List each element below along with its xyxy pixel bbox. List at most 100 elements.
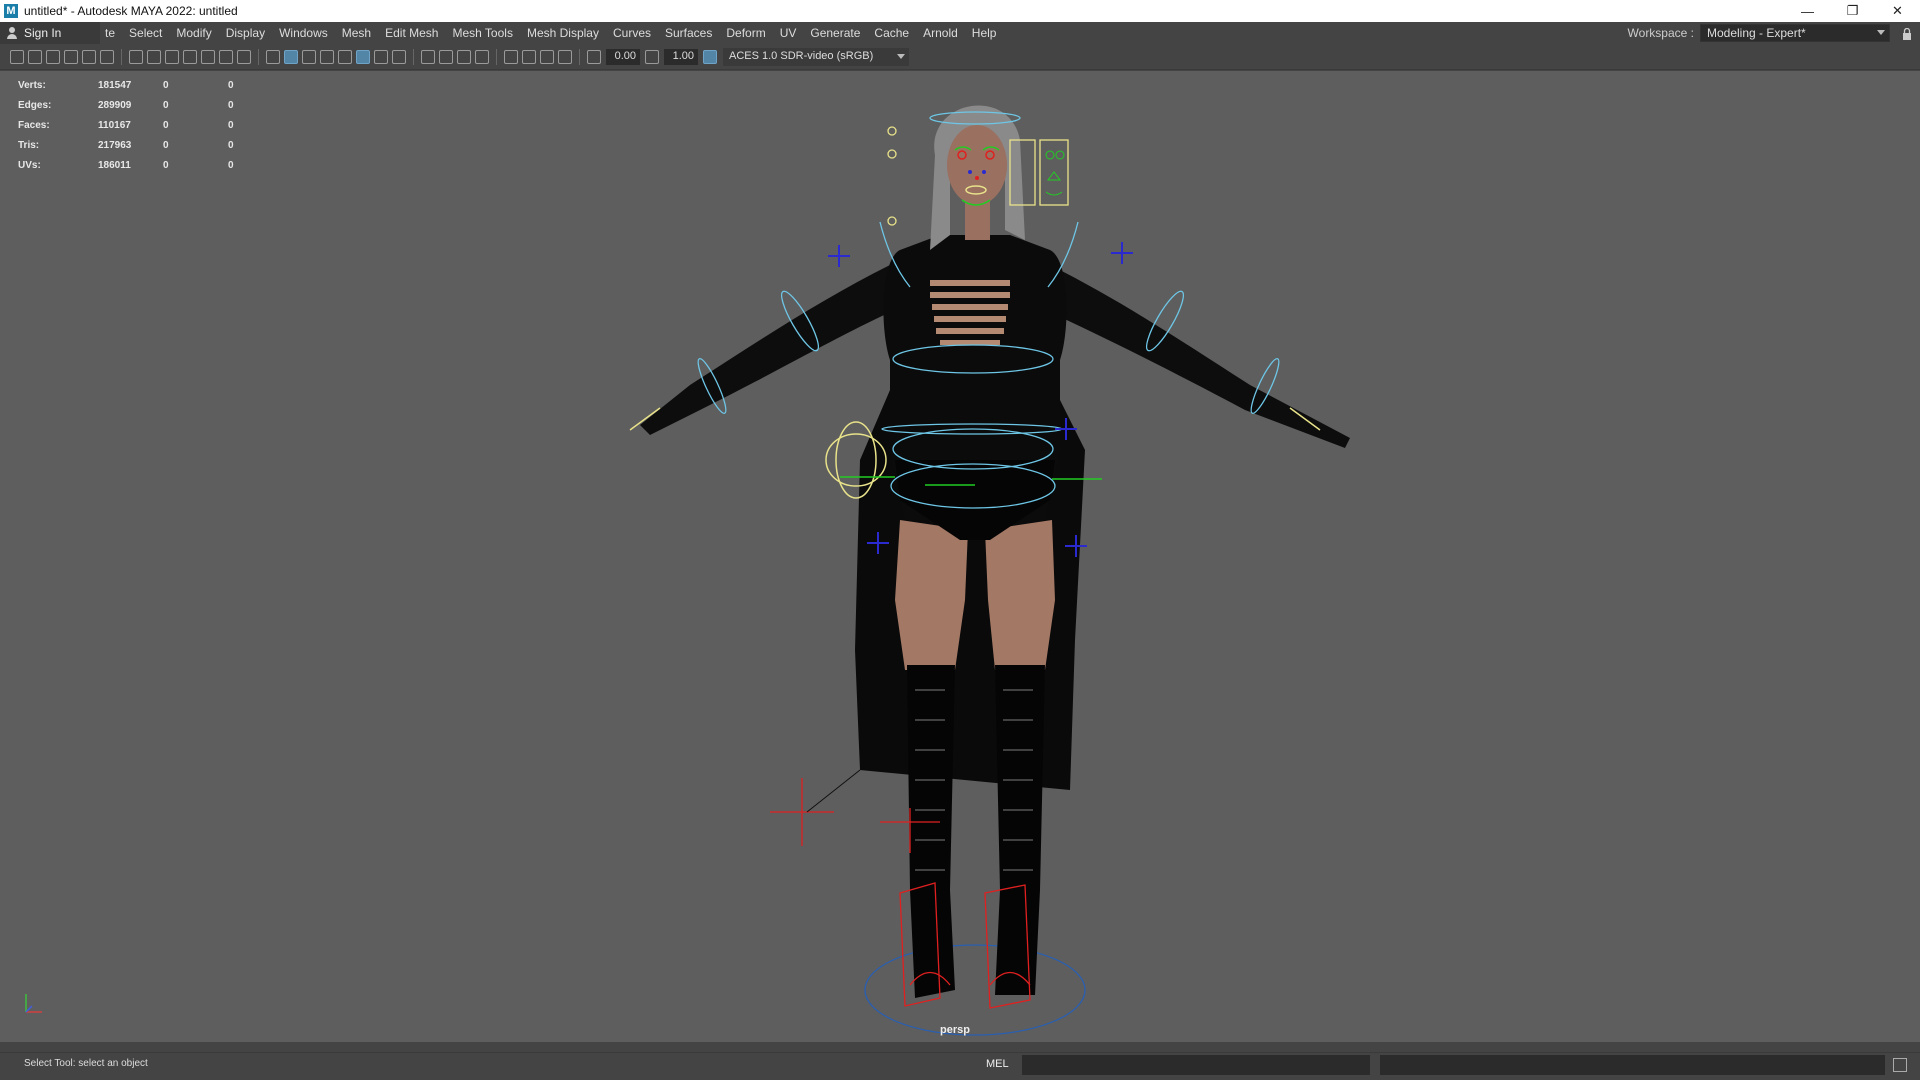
script-editor-icon[interactable]	[1893, 1058, 1907, 1072]
hud-label: Faces:	[18, 119, 50, 131]
use-all-lights-icon[interactable]	[374, 49, 388, 64]
menu-select[interactable]: Select	[122, 26, 169, 40]
menu-mesh[interactable]: Mesh	[335, 26, 378, 40]
sign-in-button[interactable]: Sign In	[0, 22, 100, 44]
help-line: Select Tool: select an object	[24, 1058, 148, 1069]
xray-active-components-icon[interactable]	[522, 49, 536, 64]
menu-generate[interactable]: Generate	[803, 26, 867, 40]
menu-mesh-tools[interactable]: Mesh Tools	[445, 26, 519, 40]
panel-toolbar: 0.00 1.00 ACES 1.0 SDR-video (sRGB)	[0, 44, 1920, 70]
viewport-persp[interactable]: Verts: 181547 0 0 Edges: 289909 0 0 Face…	[0, 71, 1920, 1042]
sign-in-label: Sign In	[24, 26, 62, 40]
command-language-toggle[interactable]: MEL	[986, 1058, 1009, 1070]
hud-selected-obj: 0	[228, 99, 234, 111]
hud-selected-obj: 0	[228, 119, 234, 131]
safe-title-icon[interactable]	[237, 49, 251, 64]
gamma-field[interactable]: 1.00	[664, 48, 698, 65]
hud-value: 110167	[98, 119, 131, 131]
view-transform-dropdown[interactable]: ACES 1.0 SDR-video (sRGB)	[723, 47, 909, 66]
screen-space-ao-icon[interactable]	[421, 49, 435, 64]
close-icon[interactable]: ✕	[1875, 0, 1920, 22]
hud-selected-obj: 0	[228, 139, 234, 151]
left-leg-mesh[interactable]	[895, 520, 968, 670]
menu-edit-mesh[interactable]: Edit Mesh	[378, 26, 445, 40]
toolbar-divider	[413, 48, 414, 65]
menu-deform[interactable]: Deform	[719, 26, 772, 40]
menu-cache[interactable]: Cache	[867, 26, 916, 40]
head-mesh[interactable]	[947, 125, 1007, 205]
lock-icon[interactable]	[1902, 28, 1912, 40]
workspace-selector: Workspace : Modeling - Expert*	[1628, 24, 1890, 42]
wireframe-icon[interactable]	[266, 49, 280, 64]
xray-icon[interactable]	[356, 49, 370, 64]
resolution-gate-icon[interactable]	[165, 49, 179, 64]
right-boot-mesh[interactable]	[995, 665, 1045, 995]
left-boot-mesh[interactable]	[907, 665, 955, 998]
toolbar-divider	[496, 48, 497, 65]
camera-name-label: persp	[940, 1024, 970, 1036]
gamma-icon[interactable]	[645, 49, 659, 64]
right-leg-mesh[interactable]	[985, 520, 1055, 670]
neck-mesh[interactable]	[965, 200, 990, 240]
locator-line	[806, 769, 861, 813]
scene-view[interactable]	[0, 71, 1920, 1042]
hud-value: 181547	[98, 79, 132, 91]
workspace-dropdown[interactable]: Modeling - Expert*	[1700, 24, 1890, 42]
menu-create-partial[interactable]: te	[98, 26, 122, 40]
window-title: untitled* - Autodesk MAYA 2022: untitled	[24, 4, 238, 18]
root-control-ring[interactable]	[864, 944, 1086, 1036]
smooth-shade-icon[interactable]	[284, 49, 298, 64]
isolate-select-icon[interactable]	[504, 49, 518, 64]
restore-icon[interactable]: ❐	[1830, 0, 1875, 22]
wireframe-on-shaded-icon[interactable]	[320, 49, 334, 64]
main-menus: te Select Modify Display Windows Mesh Ed…	[98, 22, 1003, 44]
command-input[interactable]	[1022, 1055, 1370, 1075]
exposure-field[interactable]: 0.00	[606, 48, 640, 65]
title-bar: M untitled* - Autodesk MAYA 2022: untitl…	[0, 0, 1920, 22]
film-gate-icon[interactable]	[147, 49, 161, 64]
workspace-label: Workspace :	[1627, 26, 1694, 40]
hud-label: Tris:	[18, 139, 40, 151]
foot-ik-controls[interactable]	[770, 778, 1031, 1009]
textured-icon[interactable]	[338, 49, 352, 64]
minimize-icon[interactable]: —	[1785, 0, 1830, 22]
exposure-icon[interactable]	[587, 49, 601, 64]
eye-look-controls[interactable]	[887, 126, 897, 226]
menu-arnold[interactable]: Arnold	[916, 26, 965, 40]
hud-label: Verts:	[18, 79, 46, 91]
menu-windows[interactable]: Windows	[272, 26, 335, 40]
menu-uv[interactable]: UV	[773, 26, 804, 40]
select-camera-icon[interactable]	[10, 49, 24, 64]
hud-value: 217963	[98, 139, 132, 151]
grid-icon[interactable]	[129, 49, 143, 64]
default-material-icon[interactable]	[302, 49, 316, 64]
color-management-icon[interactable]	[703, 49, 717, 64]
safe-action-icon[interactable]	[219, 49, 233, 64]
camera-attributes-icon[interactable]	[28, 49, 42, 64]
hud-value: 186011	[98, 159, 131, 171]
maya-logo-icon: M	[4, 4, 18, 18]
right-arm-mesh[interactable]	[1045, 265, 1350, 448]
chevron-down-icon	[1877, 30, 1885, 35]
left-arm-mesh[interactable]	[640, 265, 895, 435]
field-chart-icon[interactable]	[201, 49, 215, 64]
xray-joints-icon[interactable]	[540, 49, 554, 64]
motion-blur-icon[interactable]	[439, 49, 453, 64]
2d-pan-zoom-icon[interactable]	[82, 49, 96, 64]
menu-display[interactable]: Display	[219, 26, 272, 40]
grease-pencil-icon[interactable]	[100, 49, 114, 64]
depth-of-field-icon[interactable]	[475, 49, 489, 64]
menu-mesh-display[interactable]: Mesh Display	[520, 26, 606, 40]
hud-row-edges: Edges: 289909 0 0	[18, 95, 293, 115]
menu-curves[interactable]: Curves	[606, 26, 658, 40]
bookmark-icon[interactable]	[46, 49, 60, 64]
image-plane-icon[interactable]	[64, 49, 78, 64]
hud-label: UVs:	[18, 159, 41, 171]
menu-surfaces[interactable]: Surfaces	[658, 26, 719, 40]
anti-aliasing-icon[interactable]	[457, 49, 471, 64]
backface-culling-icon[interactable]	[558, 49, 572, 64]
shadows-icon[interactable]	[392, 49, 406, 64]
menu-help[interactable]: Help	[965, 26, 1004, 40]
gate-mask-icon[interactable]	[183, 49, 197, 64]
menu-modify[interactable]: Modify	[169, 26, 218, 40]
